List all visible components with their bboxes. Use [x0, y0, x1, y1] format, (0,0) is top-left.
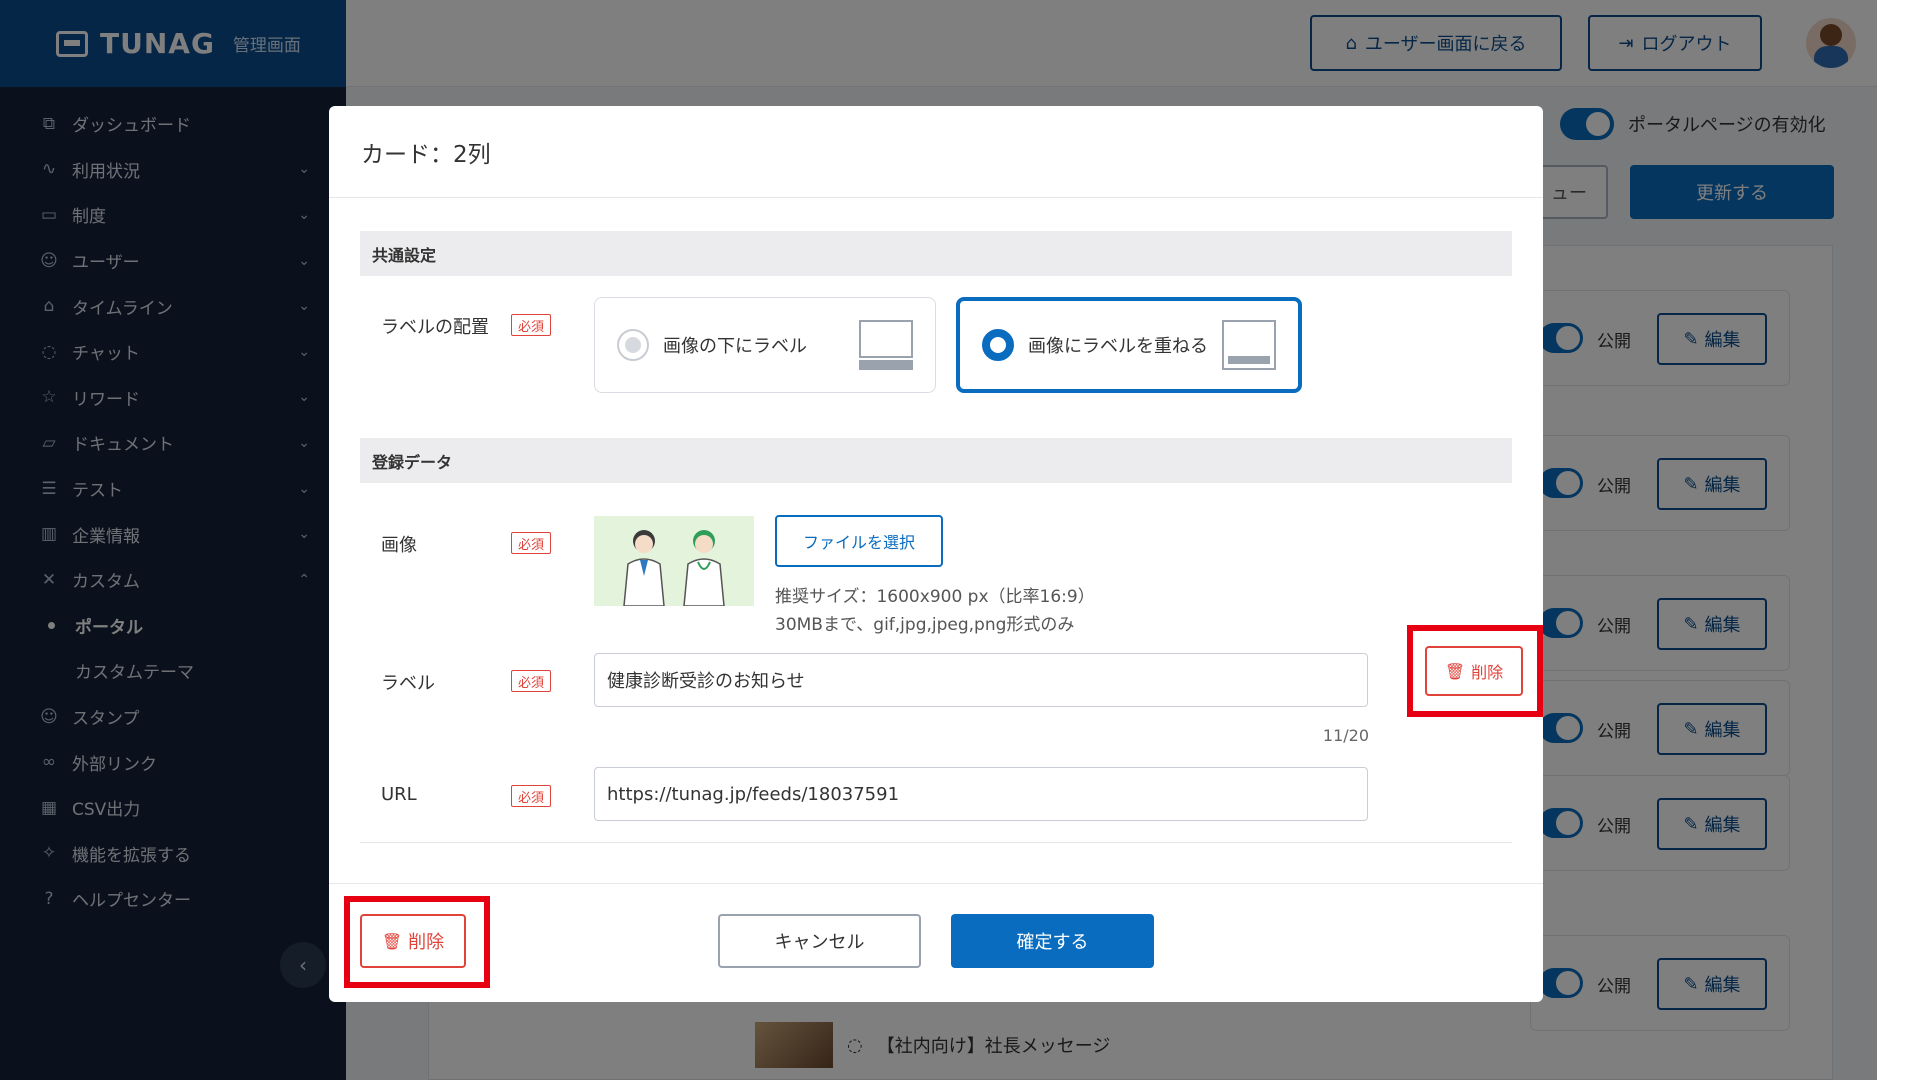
highlight-modal-delete [344, 896, 490, 988]
modal-footer-divider [329, 883, 1543, 884]
required-badge: 必須 [511, 314, 551, 336]
divider [360, 842, 1512, 843]
radio-selected-icon[interactable] [982, 329, 1014, 361]
modal-title: カード：2列 [329, 106, 1543, 198]
label-char-counter: 11/20 [1322, 726, 1369, 745]
url-label: URL [381, 784, 417, 805]
section-data: 登録データ [360, 438, 1512, 483]
highlight-item-delete [1407, 625, 1543, 717]
layout-label-overlay-icon [1222, 320, 1276, 370]
layout-label-below-icon [859, 320, 913, 370]
required-badge: 必須 [511, 670, 551, 692]
section-common: 共通設定 [360, 231, 1512, 276]
confirm-button[interactable]: 確定する [951, 914, 1154, 968]
image-thumbnail [594, 516, 754, 606]
file-select-button[interactable]: ファイルを選択 [775, 515, 943, 567]
url-input[interactable]: https://tunag.jp/feeds/18037591 [594, 767, 1368, 821]
required-badge: 必須 [511, 785, 551, 807]
image-format-hint: 30MBまで、gif,jpg,jpeg,png形式のみ [775, 615, 1075, 635]
required-badge: 必須 [511, 532, 551, 554]
label-position-label: ラベルの配置 [381, 317, 489, 338]
image-label: 画像 [381, 535, 417, 556]
radio-unselected-icon[interactable] [617, 329, 649, 361]
image-size-hint: 推奨サイズ：1600x900 px（比率16:9） [775, 587, 1095, 607]
window-edge [1877, 0, 1920, 1080]
cancel-button[interactable]: キャンセル [718, 914, 921, 968]
option-label-overlay[interactable]: 画像にラベルを重ねる [956, 297, 1302, 393]
text-label-label: ラベル [381, 673, 435, 694]
card-edit-modal: カード：2列 共通設定 ラベルの配置 必須 画像の下にラベル 画像にラベルを重ね… [329, 106, 1543, 1002]
option-label-below[interactable]: 画像の下にラベル [594, 297, 936, 393]
label-input[interactable]: 健康診断受診のお知らせ [594, 653, 1368, 707]
